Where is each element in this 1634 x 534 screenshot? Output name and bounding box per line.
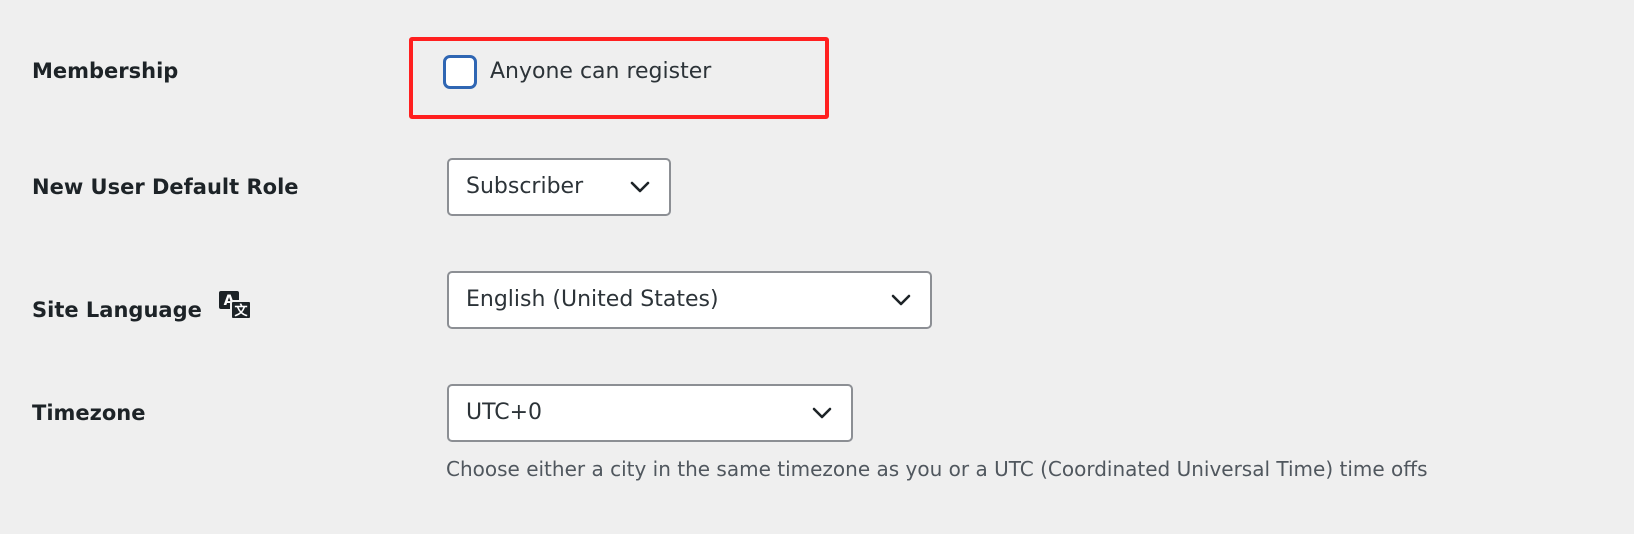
- site-language-select[interactable]: English (United States): [447, 271, 932, 329]
- site-language-label: Site Language: [32, 298, 202, 322]
- default-role-label: New User Default Role: [32, 175, 299, 199]
- site-language-selected-value: English (United States): [466, 287, 719, 312]
- chevron-down-icon: [630, 181, 650, 193]
- default-role-select[interactable]: Subscriber: [447, 158, 671, 216]
- anyone-can-register-checkbox[interactable]: [443, 55, 477, 89]
- chevron-down-icon: [891, 294, 911, 306]
- timezone-label: Timezone: [32, 401, 146, 425]
- membership-label: Membership: [32, 59, 179, 83]
- site-language-label-row: Site Language A 文: [32, 289, 253, 324]
- anyone-can-register-label[interactable]: Anyone can register: [490, 56, 711, 88]
- translation-icon: A 文: [219, 291, 253, 320]
- default-role-selected-value: Subscriber: [466, 174, 584, 199]
- svg-text:文: 文: [235, 303, 249, 319]
- timezone-select[interactable]: UTC+0: [447, 384, 853, 442]
- chevron-down-icon: [812, 407, 832, 419]
- timezone-selected-value: UTC+0: [466, 400, 543, 425]
- timezone-description: Choose either a city in the same timezon…: [446, 457, 1428, 481]
